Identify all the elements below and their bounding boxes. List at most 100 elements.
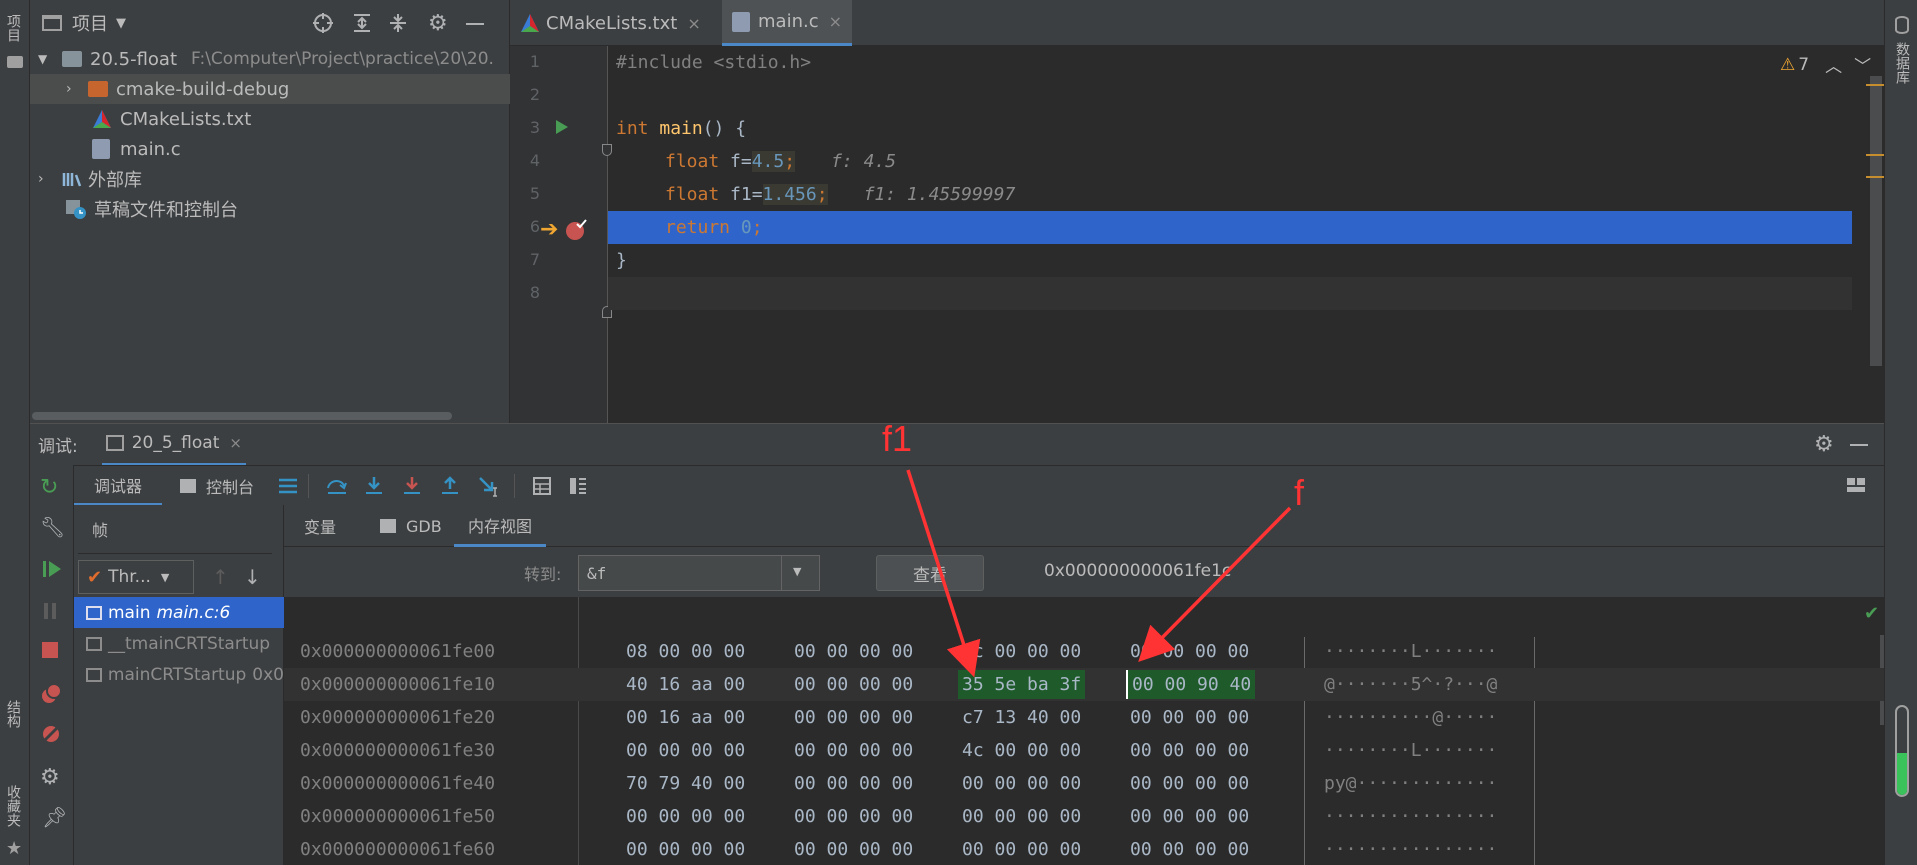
chevron-down-icon[interactable]: ﹀	[1854, 52, 1871, 77]
inspection-widget[interactable]: ⚠ 7 ︿ ﹀	[1780, 52, 1871, 78]
layout-icon[interactable]	[568, 476, 588, 496]
menu-icon[interactable]	[278, 478, 298, 494]
breakpoint-icon[interactable]	[564, 218, 588, 242]
view-button[interactable]: 查看	[876, 555, 984, 591]
memory-bytes[interactable]: 00 00 00 00	[794, 674, 913, 695]
favorites-tool-tab[interactable]: 收藏夹	[3, 785, 23, 827]
editor-scrollbar[interactable]	[1870, 76, 1882, 366]
settings-icon[interactable]: ⚙	[40, 765, 60, 790]
chevron-down-icon[interactable]: ▼	[38, 52, 54, 66]
chevron-down-icon[interactable]: ▼	[116, 16, 126, 31]
pause-icon[interactable]	[42, 602, 58, 620]
error-stripe-mark[interactable]	[1866, 154, 1884, 156]
tab-debugger[interactable]: 调试器	[74, 466, 162, 506]
tab-variables[interactable]: 变量	[304, 505, 336, 547]
tab-memory-view[interactable]: 内存视图	[454, 505, 547, 547]
scrollbar-thumb[interactable]	[1870, 76, 1882, 366]
memory-bytes[interactable]: 00 00 00 00	[1130, 806, 1249, 827]
memory-bytes[interactable]: 08 00 00 00	[626, 641, 745, 662]
memory-bytes[interactable]: 00 00 00 00	[1130, 740, 1249, 761]
memory-bytes[interactable]: 00 16 aa 00	[626, 707, 745, 728]
restore-layout-icon[interactable]	[1846, 476, 1870, 496]
memory-bytes[interactable]: 00 00 00 00	[1130, 707, 1249, 728]
memory-bytes[interactable]: 40 16 aa 00	[626, 674, 745, 695]
step-over-icon[interactable]	[326, 476, 348, 496]
tree-item-cmakelists[interactable]: CMakeLists.txt	[30, 104, 510, 134]
force-step-into-icon[interactable]	[402, 476, 422, 496]
memory-bytes[interactable]: 00 00 00 00	[794, 740, 913, 761]
memory-bytes[interactable]: 4c 00 00 00	[962, 641, 1081, 662]
close-icon[interactable]: ×	[829, 12, 842, 31]
tree-item-scratches[interactable]: 草稿文件和控制台	[30, 194, 510, 224]
editor-gutter[interactable]: 1 2 3 4 5 6 7 8 ➔	[510, 46, 612, 423]
code-editor[interactable]: 1 2 3 4 5 6 7 8 ➔ #include <stdio.h> int…	[510, 46, 1884, 423]
frame-item-maincrtstartup[interactable]: mainCRTStartup 0x0	[74, 659, 284, 690]
resume-icon[interactable]	[42, 560, 62, 578]
stop-icon[interactable]	[42, 642, 58, 658]
arrow-up-icon[interactable]: ↑	[212, 565, 229, 589]
run-icon[interactable]	[554, 118, 570, 136]
wrench-icon[interactable]: 🔧︎	[40, 515, 65, 539]
database-tool-tab[interactable]: 数据库	[1892, 42, 1912, 84]
run-to-cursor-icon[interactable]	[478, 476, 500, 498]
memory-bytes[interactable]: 70 79 40 00	[626, 773, 745, 794]
arrow-down-icon[interactable]: ↓	[244, 565, 261, 589]
close-icon[interactable]: ×	[687, 14, 700, 33]
expand-all-icon[interactable]	[352, 12, 372, 34]
minimize-icon[interactable]	[466, 23, 484, 25]
memory-bytes[interactable]: 00 00 00 00	[794, 839, 913, 860]
memory-bytes[interactable]: 00 00 00 00	[626, 740, 745, 761]
project-tool-tab[interactable]: 项目	[3, 14, 23, 42]
view-breakpoints-icon[interactable]	[40, 683, 62, 705]
evaluate-expression-icon[interactable]	[532, 476, 552, 496]
structure-tool-tab[interactable]: 结构	[3, 700, 23, 728]
mute-breakpoints-icon[interactable]	[40, 723, 62, 745]
memory-bytes-f[interactable]: 00 00 90 40	[1126, 670, 1256, 699]
chevron-down-icon[interactable]: ▼	[793, 565, 801, 578]
chevron-down-icon[interactable]: ▼	[161, 571, 169, 584]
memory-bytes[interactable]: 00 00 00 00	[794, 773, 913, 794]
memory-bytes[interactable]: 00 00 00 00	[794, 707, 913, 728]
memory-bytes[interactable]: 00 00 00 00	[626, 839, 745, 860]
memory-bytes[interactable]: 00 00 00 00	[626, 806, 745, 827]
memory-bytes-f1[interactable]: 35 5e ba 3f	[958, 670, 1086, 699]
project-panel-title[interactable]: 项目	[72, 10, 108, 36]
fold-icon[interactable]	[602, 144, 612, 156]
error-stripe-mark[interactable]	[1866, 176, 1884, 178]
pin-icon[interactable]: 📌︎	[42, 805, 67, 829]
memory-bytes[interactable]: 00 00 00 00	[1130, 641, 1249, 662]
memory-bytes[interactable]: 00 00 00 00	[962, 773, 1081, 794]
collapse-all-icon[interactable]	[388, 12, 408, 34]
tab-console[interactable]: 控制台	[180, 466, 254, 506]
gear-icon[interactable]: ⚙	[1814, 432, 1834, 457]
debug-config-tab[interactable]: 20_5_float ×	[101, 424, 246, 466]
goto-input[interactable]	[579, 556, 779, 590]
error-stripe-mark[interactable]	[1866, 84, 1884, 86]
tree-item-project-root[interactable]: ▼ 20.5-float F:\Computer\Project\practic…	[30, 44, 510, 74]
memory-bytes[interactable]: 00 00 00 00	[962, 806, 1081, 827]
memory-bytes[interactable]: 00 00 00 00	[1130, 839, 1249, 860]
memory-bytes[interactable]: 00 00 00 00	[1130, 773, 1249, 794]
tree-item-external-libraries[interactable]: › 外部库	[30, 164, 510, 194]
close-icon[interactable]: ×	[229, 434, 242, 452]
horizontal-scrollbar[interactable]	[32, 412, 452, 420]
rerun-icon[interactable]: ↻	[40, 475, 58, 500]
minimize-icon[interactable]	[1850, 444, 1868, 446]
step-into-icon[interactable]	[364, 476, 384, 496]
frame-item-tmaincrtstartup[interactable]: __tmainCRTStartup	[74, 628, 284, 659]
tab-main-c[interactable]: main.c ×	[722, 0, 852, 46]
chevron-up-icon[interactable]: ︿	[1825, 52, 1842, 77]
thread-select[interactable]: ✔ Thr... ▼	[78, 560, 194, 594]
memory-bytes[interactable]: 00 00 00 00	[794, 806, 913, 827]
chevron-right-icon[interactable]: ›	[38, 171, 54, 187]
memory-bytes[interactable]: c7 13 40 00	[962, 707, 1081, 728]
memory-bytes[interactable]: 00 00 00 00	[962, 839, 1081, 860]
tab-cmakelists[interactable]: CMakeLists.txt ×	[520, 0, 701, 46]
gear-icon[interactable]: ⚙	[428, 11, 448, 36]
frame-item-main[interactable]: main main.c:6	[74, 597, 284, 628]
goto-combobox[interactable]: ▼	[578, 555, 820, 591]
chevron-right-icon[interactable]: ›	[66, 81, 82, 97]
memory-indicator[interactable]	[1895, 705, 1909, 797]
step-out-icon[interactable]	[440, 476, 460, 496]
memory-bytes[interactable]: 4c 00 00 00	[962, 740, 1081, 761]
